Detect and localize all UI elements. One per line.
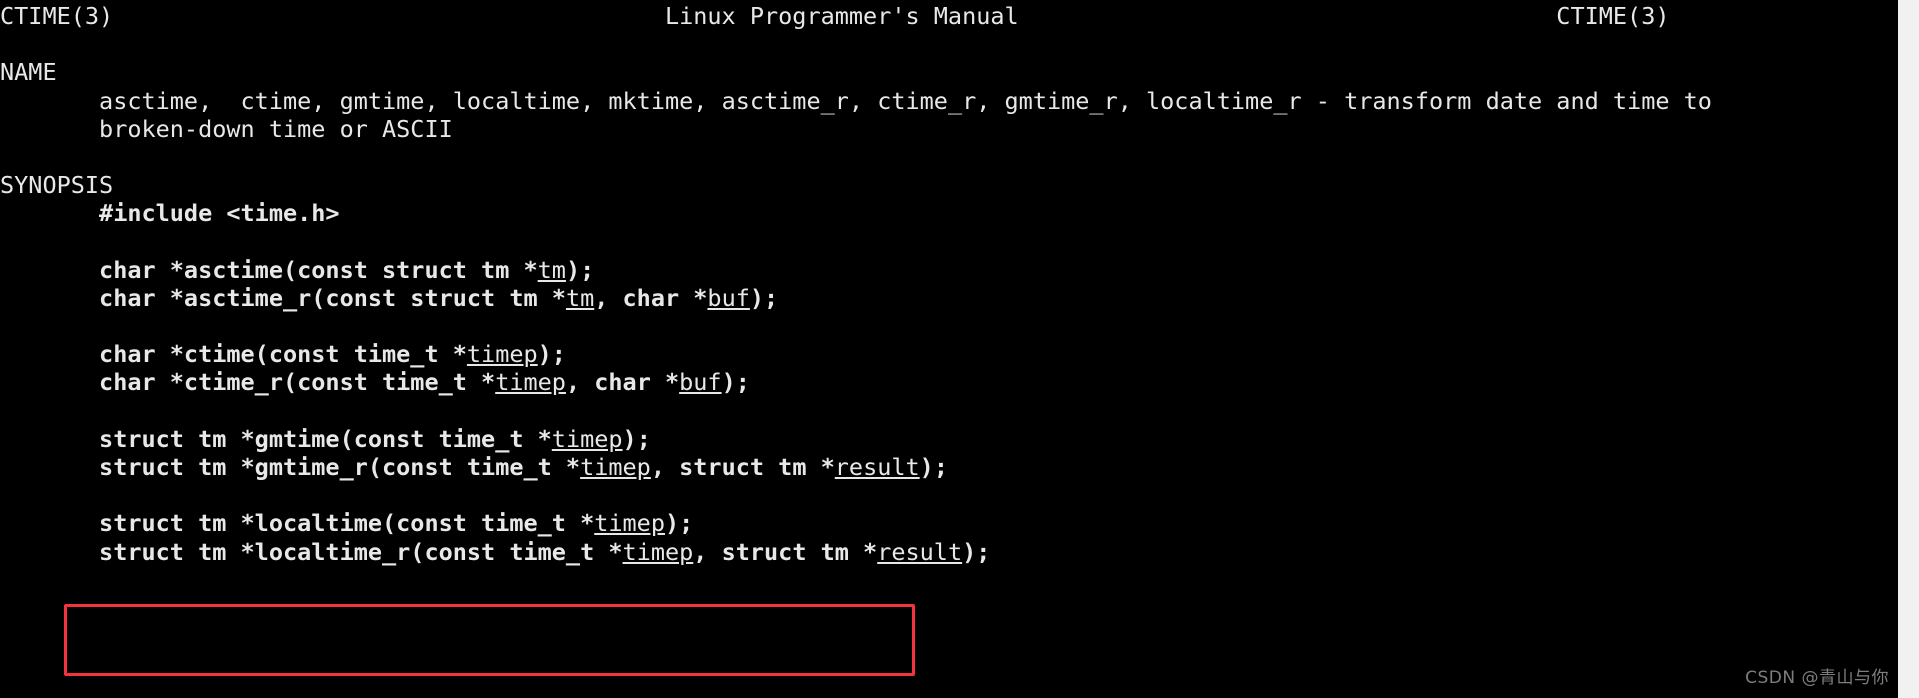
param-tm: tm (565, 283, 595, 312)
name-text-2: broken-down time or ASCII (99, 114, 453, 143)
gmtime-signature-tail: ); (622, 424, 651, 453)
gmtime-r-signature-tail: ); (919, 453, 948, 481)
terminal-window: CTIME(3) Linux Programmer's Manual CTIME… (0, 0, 1919, 698)
signature-gmtime: struct tm *gmtime(const time_t *timep); (0, 425, 1898, 453)
signature-localtime: struct tm *localtime(const time_t *timep… (0, 509, 1898, 537)
localtime-r-signature-head: struct tm *localtime_r(const time_t * (99, 537, 623, 566)
include-line: #include <time.h> (0, 199, 1898, 227)
man-page-content: CTIME(3) Linux Programmer's Manual CTIME… (0, 0, 1898, 566)
param-buf: buf (679, 368, 722, 397)
asctime-signature-tail: ); (565, 255, 595, 284)
param-timep: timep (551, 424, 623, 453)
gmtime-r-signature-mid: , struct tm * (650, 453, 835, 481)
ctime-r-signature-tail: ); (721, 368, 750, 397)
include-directive: #include <time.h> (99, 199, 340, 228)
localtime-signature-tail: ); (664, 509, 694, 538)
param-timep: timep (580, 453, 651, 481)
localtime-highlight-box (64, 604, 915, 676)
blank-line (0, 397, 1898, 425)
asctime-r-signature-head: char *asctime_r(const struct tm * (99, 283, 566, 312)
asctime-r-signature-mid: , char * (594, 283, 708, 312)
ctime-r-signature-mid: , char * (565, 368, 680, 397)
signature-gmtime-r: struct tm *gmtime_r(const time_t *timep,… (0, 453, 1898, 481)
ctime-signature-head: char *ctime(const time_t * (99, 340, 467, 369)
blank-line (0, 312, 1898, 340)
signature-localtime-r: struct tm *localtime_r(const time_t *tim… (0, 538, 1898, 566)
localtime-signature-head: struct tm *localtime(const time_t * (99, 509, 595, 538)
param-timep: timep (495, 368, 566, 397)
ctime-signature-tail: ); (537, 340, 566, 369)
name-description-line-2: broken-down time or ASCII (0, 115, 1898, 143)
section-heading-synopsis: SYNOPSIS (0, 171, 114, 200)
gmtime-r-signature-head: struct tm *gmtime_r(const time_t * (99, 453, 581, 481)
blank-line (0, 228, 1898, 256)
blank-line (0, 30, 1898, 58)
param-timep: timep (622, 537, 694, 566)
localtime-r-signature-mid: , struct tm * (693, 537, 878, 566)
blank-line (0, 143, 1898, 171)
param-buf: buf (707, 283, 750, 312)
section-heading-name: NAME (0, 58, 57, 87)
gmtime-signature-head: struct tm *gmtime(const time_t * (99, 424, 552, 453)
param-tm: tm (537, 255, 566, 284)
csdn-watermark: CSDN @青山与你 (1745, 667, 1889, 688)
param-result: result (834, 453, 920, 481)
signature-asctime: char *asctime(const struct tm *tm); (0, 256, 1898, 284)
man-header-line: CTIME(3) Linux Programmer's Manual CTIME… (0, 2, 1670, 30)
ctime-r-signature-head: char *ctime_r(const time_t * (99, 368, 496, 397)
name-description-line-1: asctime, ctime, gmtime, localtime, mktim… (0, 87, 1898, 115)
name-text-1: asctime, ctime, gmtime, localtime, mktim… (99, 86, 1712, 115)
param-result: result (877, 537, 963, 566)
asctime-signature-head: char *asctime(const struct tm * (99, 255, 538, 284)
signature-asctime-r: char *asctime_r(const struct tm *tm, cha… (0, 284, 1898, 312)
param-timep: timep (466, 340, 538, 369)
signature-ctime-r: char *ctime_r(const time_t *timep, char … (0, 368, 1898, 396)
asctime-r-signature-tail: ); (749, 283, 779, 312)
param-timep: timep (594, 509, 665, 538)
page-gutter (1898, 0, 1919, 698)
signature-ctime: char *ctime(const time_t *timep); (0, 340, 1898, 368)
localtime-r-signature-tail: ); (962, 537, 991, 566)
blank-line (0, 481, 1898, 509)
